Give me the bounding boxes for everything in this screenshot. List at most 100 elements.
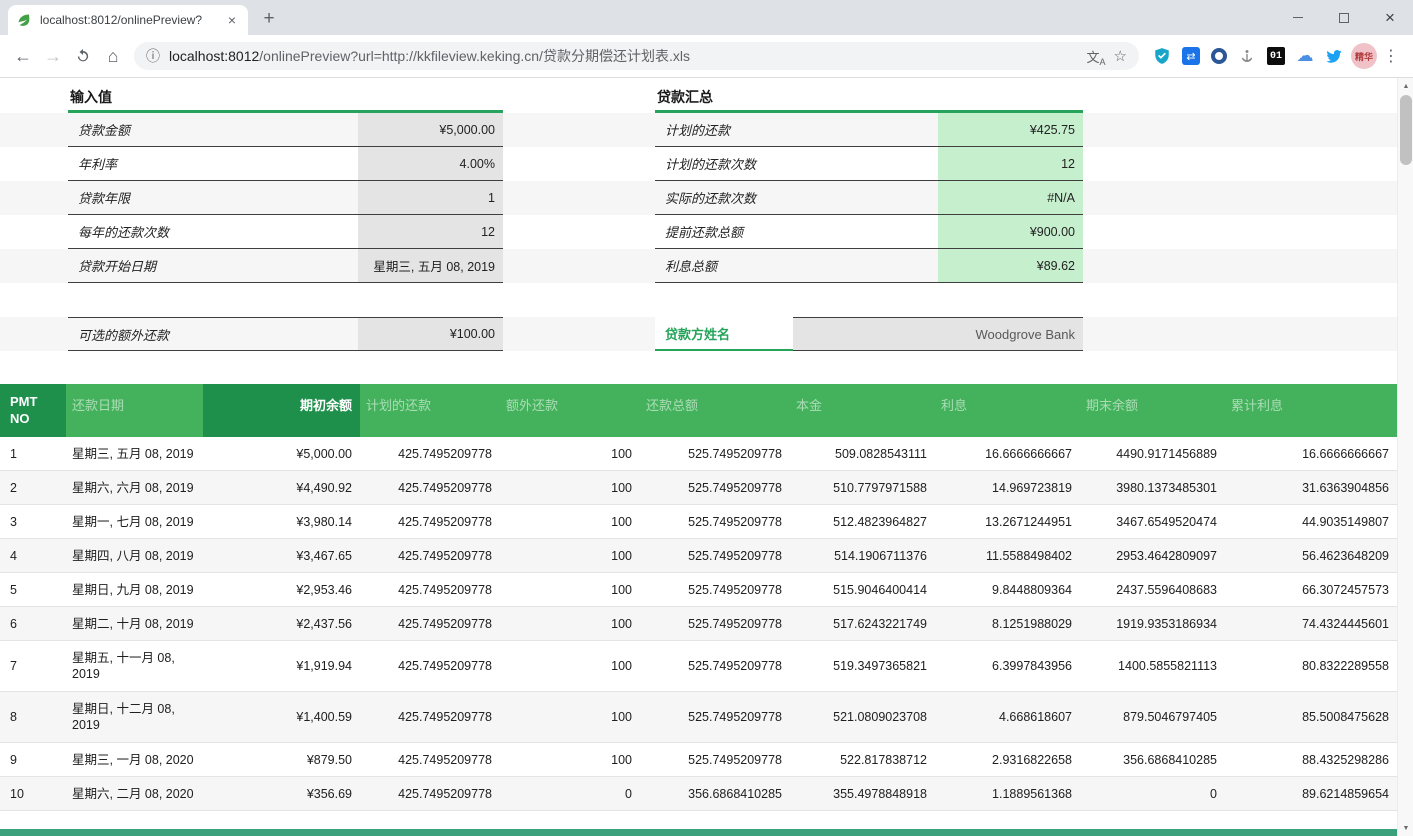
cell-cumulative-interest: 80.8322289558: [1225, 641, 1397, 691]
cell-total-payment: 525.7495209778: [640, 641, 790, 691]
cell-begin-balance: ¥356.69: [203, 777, 360, 810]
bookmark-star-icon[interactable]: ☆: [1114, 47, 1127, 65]
cell-interest: 13.2671244951: [935, 505, 1080, 538]
home-icon[interactable]: ⌂: [98, 41, 128, 71]
cell-begin-balance: ¥1,919.94: [203, 641, 360, 691]
cell-begin-balance: ¥3,467.65: [203, 539, 360, 572]
cell-principal: 515.9046400414: [790, 573, 935, 606]
close-button[interactable]: ×: [1367, 0, 1413, 35]
profile-avatar[interactable]: 精华: [1351, 43, 1377, 69]
browser-tab[interactable]: localhost:8012/onlinePreview? ×: [8, 5, 248, 35]
cell-pmt-no: 9: [0, 743, 66, 776]
swap-extension-icon[interactable]: ⇄: [1182, 47, 1200, 65]
back-icon[interactable]: ←: [8, 41, 38, 71]
sheet-row: 可选的额外还款 ¥100.00 贷款方姓名 Woodgrove Bank: [0, 317, 1397, 351]
sheet-row: 贷款年限 1 实际的还款次数 #N/A: [0, 181, 1397, 215]
col-header-interest: 利息: [935, 384, 1080, 437]
cell-end-balance: 3980.1373485301: [1080, 471, 1225, 504]
cell-end-balance: 1400.5855821113: [1080, 641, 1225, 691]
cell-total-payment: 525.7495209778: [640, 692, 790, 742]
tab-strip: localhost:8012/onlinePreview? × + ×: [0, 0, 1413, 35]
address-bar[interactable]: ⓘ localhost:8012/onlinePreview?url=http:…: [134, 42, 1139, 70]
cell-end-balance: 879.5046797405: [1080, 692, 1225, 742]
page-content: 输入值 贷款汇总 贷款金额 ¥5,000.00 计划的还款 ¥425.75 年利…: [0, 78, 1413, 836]
lender-name-value: Woodgrove Bank: [793, 317, 1083, 351]
cell-cumulative-interest: 56.4623648209: [1225, 539, 1397, 572]
cell-total-payment: 356.6868410285: [640, 777, 790, 810]
cell-principal: 510.7797971588: [790, 471, 935, 504]
cell-extra-payment: 100: [500, 743, 640, 776]
cell-extra-payment: 100: [500, 607, 640, 640]
ring-extension-icon[interactable]: [1211, 48, 1227, 64]
col-header-end-balance: 期末余额: [1080, 384, 1225, 437]
cell-date: 星期日, 十二月 08, 2019: [66, 692, 203, 742]
page-info-icon[interactable]: ⓘ: [146, 46, 160, 66]
summary-label: 利息总额: [655, 249, 938, 283]
anchor-extension-icon[interactable]: [1238, 47, 1256, 65]
col-header-begin-balance: 期初余额: [203, 384, 360, 437]
cell-cumulative-interest: 74.4324445601: [1225, 607, 1397, 640]
window-controls: ×: [1275, 0, 1413, 35]
browser-toolbar: ← → ⌂ ⓘ localhost:8012/onlinePreview?url…: [0, 35, 1413, 78]
cell-scheduled-payment: 425.7495209778: [360, 471, 500, 504]
scroll-up-icon[interactable]: ▲: [1398, 78, 1413, 94]
translate-icon[interactable]: 文A: [1087, 47, 1105, 65]
scroll-down-icon[interactable]: ▼: [1398, 820, 1413, 836]
forward-icon[interactable]: →: [38, 41, 68, 71]
cell-pmt-no: 5: [0, 573, 66, 606]
cell-begin-balance: ¥4,490.92: [203, 471, 360, 504]
col-header-principal: 本金: [790, 384, 935, 437]
input-label: 年利率: [68, 147, 358, 181]
cell-begin-balance: ¥879.50: [203, 743, 360, 776]
summary-label: 计划的还款: [655, 113, 938, 147]
sheet-row: 每年的还款次数 12 提前还款总额 ¥900.00: [0, 215, 1397, 249]
cell-scheduled-payment: 425.7495209778: [360, 437, 500, 470]
maximize-button[interactable]: [1321, 0, 1367, 35]
input-label: 贷款年限: [68, 181, 358, 215]
summary-label: 实际的还款次数: [655, 181, 938, 215]
cell-end-balance: 2953.4642809097: [1080, 539, 1225, 572]
cell-date: 星期三, 五月 08, 2019: [66, 437, 203, 470]
amortization-header: PMT NO 还款日期 期初余额 计划的还款 额外还款 还款总额 本金 利息 期…: [0, 384, 1397, 437]
cell-date: 星期日, 九月 08, 2019: [66, 573, 203, 606]
shield-extension-icon[interactable]: [1153, 47, 1171, 65]
input-value: 4.00%: [358, 147, 503, 181]
cell-extra-payment: 0: [500, 777, 640, 810]
cell-total-payment: 525.7495209778: [640, 743, 790, 776]
cell-scheduled-payment: 425.7495209778: [360, 743, 500, 776]
reload-icon[interactable]: [68, 41, 98, 71]
cloud-extension-icon[interactable]: ☁: [1296, 47, 1314, 65]
amortization-row: 3 星期一, 七月 08, 2019 ¥3,980.14 425.7495209…: [0, 505, 1397, 539]
summary-value: #N/A: [938, 181, 1083, 215]
minimize-button[interactable]: [1275, 0, 1321, 35]
new-tab-button[interactable]: +: [256, 6, 282, 32]
cell-date: 星期四, 八月 08, 2019: [66, 539, 203, 572]
cell-extra-payment: 100: [500, 641, 640, 691]
cell-cumulative-interest: 44.9035149807: [1225, 505, 1397, 538]
amortization-row: 7 星期五, 十一月 08, 2019 ¥1,919.94 425.749520…: [0, 641, 1397, 692]
cell-extra-payment: 100: [500, 437, 640, 470]
cell-date: 星期三, 一月 08, 2020: [66, 743, 203, 776]
cell-total-payment: 525.7495209778: [640, 607, 790, 640]
input-label: 贷款开始日期: [68, 249, 358, 283]
input-label: 贷款金额: [68, 113, 358, 147]
binary-extension-badge[interactable]: 01: [1267, 47, 1285, 65]
cell-pmt-no: 2: [0, 471, 66, 504]
cell-interest: 1.1889561368: [935, 777, 1080, 810]
bird-extension-icon[interactable]: [1325, 47, 1343, 65]
summary-value: ¥425.75: [938, 113, 1083, 147]
cell-total-payment: 525.7495209778: [640, 573, 790, 606]
site-favicon-icon: [16, 12, 32, 28]
input-value: 星期三, 五月 08, 2019: [358, 249, 503, 283]
scrollbar-thumb[interactable]: [1400, 95, 1412, 165]
sheet-spacer-row: [0, 351, 1397, 384]
cell-principal: 521.0809023708: [790, 692, 935, 742]
summary-section-title: 贷款汇总: [655, 84, 1083, 113]
browser-menu-icon[interactable]: ⋮: [1377, 42, 1405, 70]
cell-end-balance: 356.6868410285: [1080, 743, 1225, 776]
col-header-cumulative-interest: 累计利息: [1225, 384, 1397, 437]
cell-principal: 519.3497365821: [790, 641, 935, 691]
cell-extra-payment: 100: [500, 539, 640, 572]
tab-close-icon[interactable]: ×: [224, 12, 240, 28]
vertical-scrollbar[interactable]: ▲ ▼: [1397, 78, 1413, 836]
